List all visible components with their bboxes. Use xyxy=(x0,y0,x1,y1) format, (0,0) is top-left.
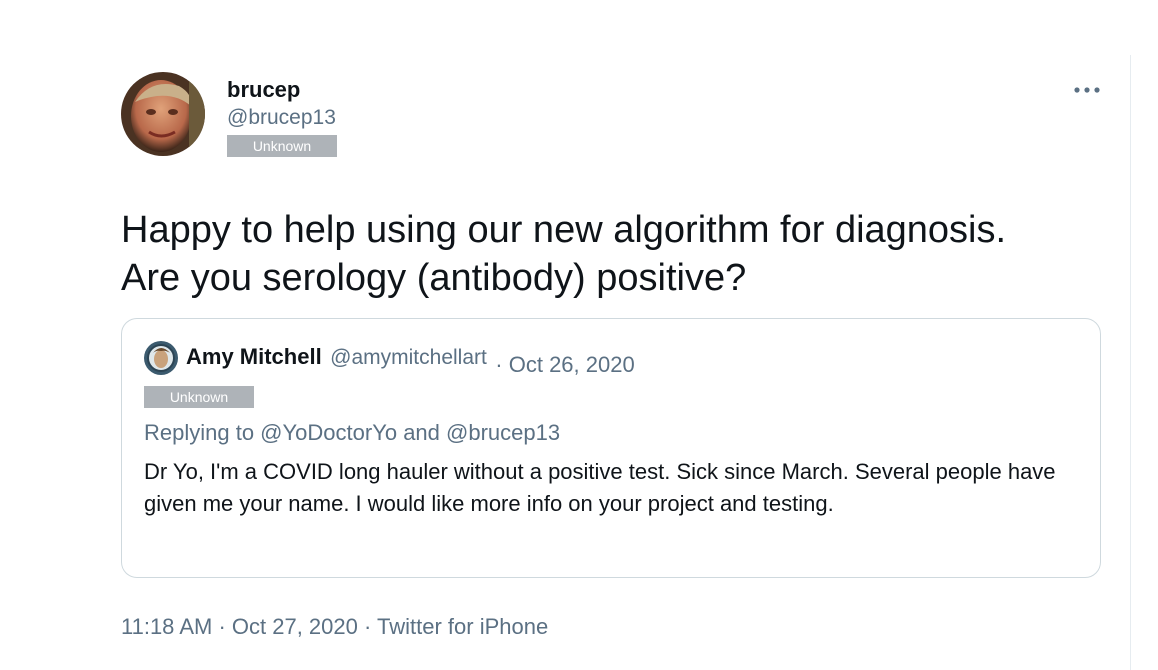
quoted-display-name[interactable]: Amy Mitchell xyxy=(186,344,322,369)
tweet-time[interactable]: 11:18 AM xyxy=(121,614,212,639)
replying-to: Replying to @YoDoctorYo and @brucep13 xyxy=(144,420,561,445)
tweet-text: Happy to help using our new algorithm fo… xyxy=(121,206,1103,302)
quoted-status-badge: Unknown xyxy=(144,386,254,408)
quoted-avatar[interactable] xyxy=(144,341,178,375)
quoted-tweet-text: Dr Yo, I'm a COVID long hauler without a… xyxy=(144,459,1056,516)
more-horizontal-icon xyxy=(1074,87,1100,93)
tweet-source[interactable]: Twitter for iPhone xyxy=(377,614,548,639)
tweet-text-line: Are you serology (antibody) positive? xyxy=(121,257,747,299)
more-options-button[interactable] xyxy=(1071,78,1103,102)
tweet-page: brucep @brucep13 Unknown Happy to help u… xyxy=(0,0,1158,670)
tweet-text-line: Happy to help using our new algorithm fo… xyxy=(121,209,1007,251)
avatar[interactable] xyxy=(121,72,205,156)
meta-separator: · xyxy=(212,614,232,639)
display-name[interactable]: brucep xyxy=(227,76,337,104)
status-badge: Unknown xyxy=(227,135,337,157)
tweet-date[interactable]: Oct 27, 2020 xyxy=(232,614,358,639)
column-divider xyxy=(1130,55,1131,670)
quoted-header: Amy Mitchell @amymitchellart · Oct 26, 2… xyxy=(186,343,635,377)
quoted-user-handle[interactable]: @amymitchellart xyxy=(330,346,487,369)
user-handle[interactable]: @brucep13 xyxy=(227,104,337,132)
quoted-tweet-card[interactable]: Amy Mitchell @amymitchellart · Oct 26, 2… xyxy=(121,318,1101,578)
meta-separator: · xyxy=(357,614,378,639)
quoted-date[interactable]: · Oct 26, 2020 xyxy=(495,352,634,377)
tweet-meta: 11:18 AM · Oct 27, 2020 · Twitter for iP… xyxy=(121,613,548,641)
author-block: brucep @brucep13 Unknown xyxy=(227,76,337,157)
